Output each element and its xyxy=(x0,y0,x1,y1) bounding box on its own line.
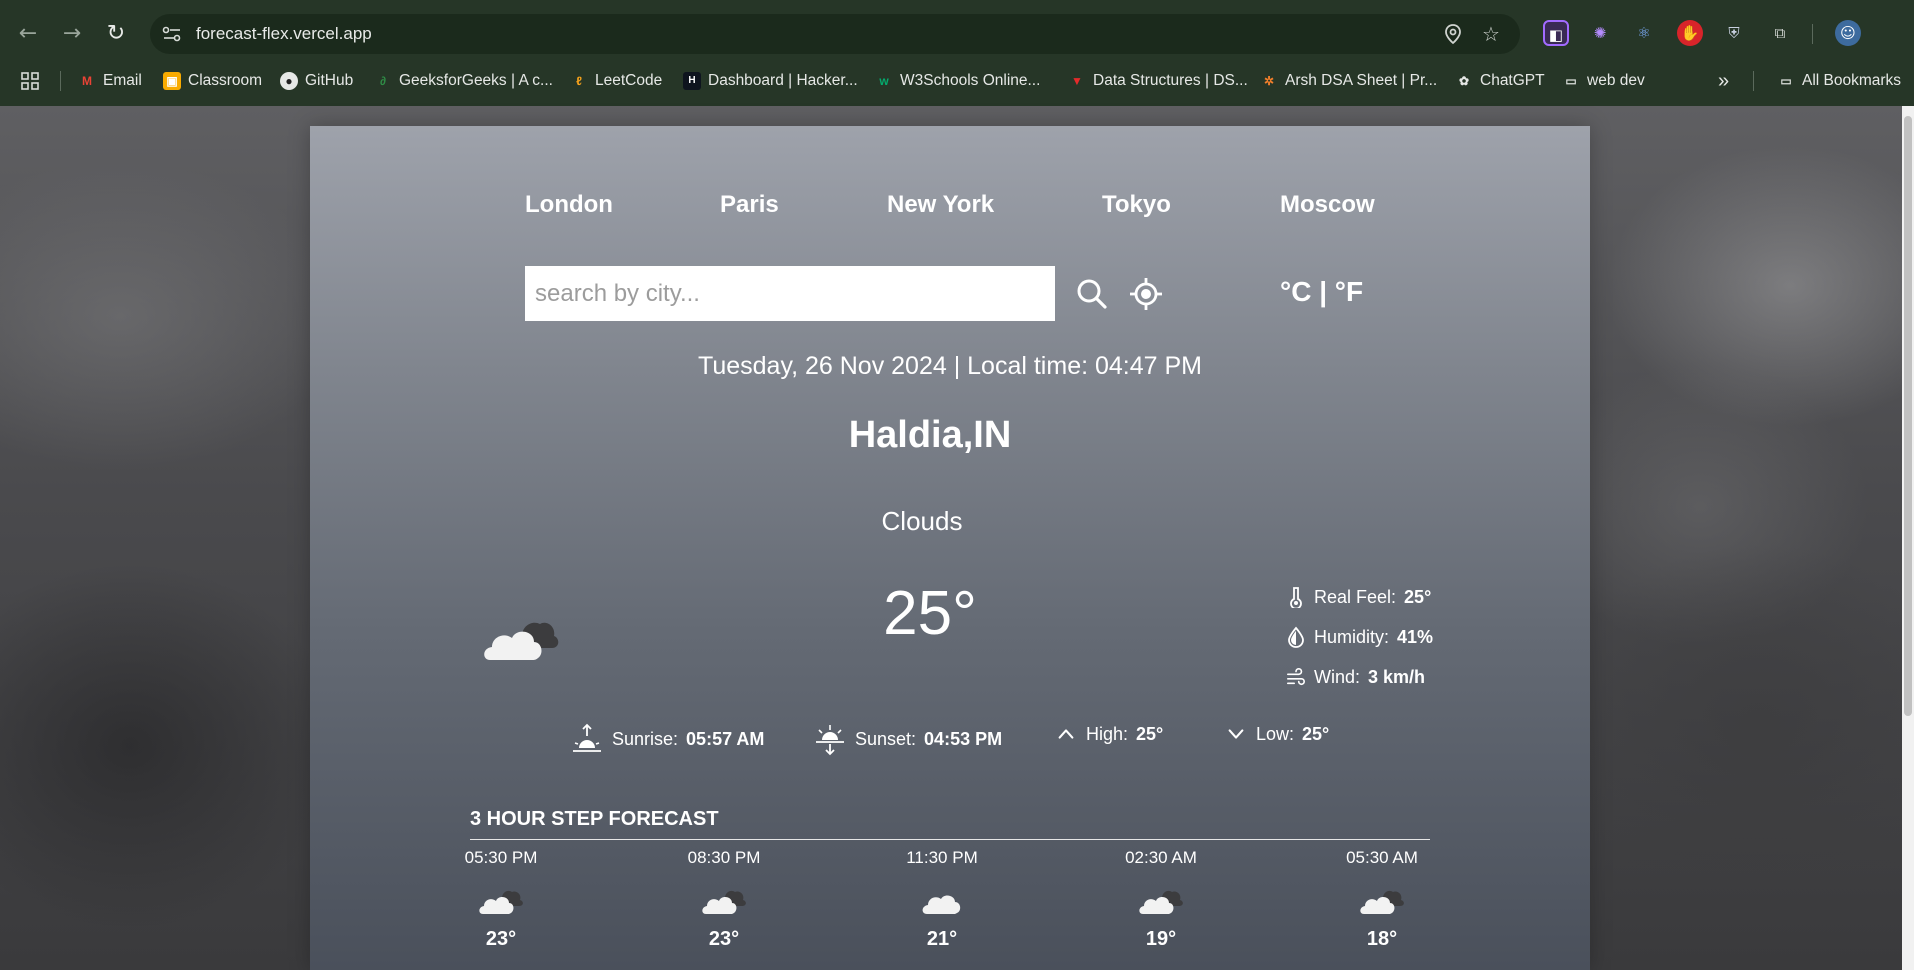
forecast-divider xyxy=(470,839,1430,840)
unit-toggle-celsius-fahrenheit[interactable]: °C | °F xyxy=(1280,276,1363,308)
cloudy-icon xyxy=(702,890,746,914)
city-button-moscow[interactable]: Moscow xyxy=(1280,191,1375,219)
sunset-icon xyxy=(816,725,844,756)
thermometer-icon xyxy=(1290,587,1302,608)
bookmark-folder-web-dev[interactable]: ▭ web dev xyxy=(1562,66,1644,96)
extension-gear-icon[interactable]: ✺ xyxy=(1587,20,1613,46)
github-icon: ● xyxy=(280,72,298,90)
cloudy-icon xyxy=(479,890,523,914)
extension-shield-icon[interactable]: ⛨ xyxy=(1721,20,1747,46)
extensions-puzzle-icon[interactable]: ⧉ xyxy=(1767,20,1793,46)
forecast-time: 05:30 PM xyxy=(464,848,538,867)
droplet-icon xyxy=(1288,626,1304,648)
hackerrank-icon: H xyxy=(683,72,701,90)
forecast-item: 11:30 PM 21° xyxy=(882,848,1002,951)
bookmark-hackerrank[interactable]: H Dashboard | Hacker... xyxy=(683,66,858,96)
city-button-london[interactable]: London xyxy=(525,191,613,219)
bookmark-arsh-dsa[interactable]: ✲ Arsh DSA Sheet | Pr... xyxy=(1260,66,1437,96)
sunset-info: Sunset: 04:53 PM xyxy=(813,722,1002,756)
forecast-time: 08:30 PM xyxy=(687,848,761,867)
extension-1-icon[interactable]: ◧ xyxy=(1543,20,1569,46)
bookmark-email[interactable]: M Email xyxy=(78,66,142,96)
all-bookmarks-button[interactable]: ▭ All Bookmarks xyxy=(1777,66,1901,96)
forecast-temp: 23° xyxy=(485,928,517,950)
bookmark-star-icon[interactable]: ☆ xyxy=(1480,23,1502,45)
leetcode-icon: ℓ xyxy=(576,74,582,88)
city-search-input[interactable] xyxy=(525,266,1055,321)
forecast-item: 08:30 PM 23° xyxy=(664,848,784,951)
weather-condition: Clouds xyxy=(881,506,963,536)
forecast-item: 05:30 PM 23° xyxy=(441,848,561,951)
date-local-time: Tuesday, 26 Nov 2024 | Local time: 04:47… xyxy=(698,352,1202,380)
folder-icon: ▭ xyxy=(1565,74,1577,88)
profile-avatar[interactable]: ☺ xyxy=(1835,20,1861,46)
page-scrollbar[interactable] xyxy=(1902,106,1914,970)
back-button[interactable]: ← xyxy=(12,18,44,50)
bookmark-github[interactable]: ● GitHub xyxy=(280,66,353,96)
wind-detail: Wind: 3 km/h xyxy=(1286,666,1425,688)
bookmark-divider xyxy=(1753,71,1754,91)
chevron-up-icon xyxy=(1058,729,1074,739)
scrollbar-thumb[interactable] xyxy=(1904,116,1912,716)
humidity-detail: Humidity: 41% xyxy=(1286,626,1433,648)
forecast-item: 05:30 AM 18° xyxy=(1322,848,1442,951)
folder-icon: ▭ xyxy=(1780,74,1792,88)
low-temp-info: Low: 25° xyxy=(1224,722,1329,746)
bookmark-data-structures[interactable]: ▼ Data Structures | DS... xyxy=(1068,66,1248,96)
dsa-icon: ▼ xyxy=(1071,74,1083,88)
gmail-icon: M xyxy=(82,74,92,88)
forecast-time: 05:30 AM xyxy=(1346,848,1418,867)
forecast-temp: 21° xyxy=(926,928,958,950)
chevron-down-icon xyxy=(1228,729,1244,739)
apps-grid-icon[interactable] xyxy=(20,66,40,96)
reload-button[interactable]: ↻ xyxy=(100,18,132,50)
real-feel-detail: Real Feel: 25° xyxy=(1286,586,1431,608)
current-location-icon[interactable] xyxy=(1128,276,1164,312)
chatgpt-icon: ✿ xyxy=(1458,74,1470,88)
location-pin-icon[interactable] xyxy=(1442,23,1464,45)
cloudy-icon xyxy=(1360,890,1404,914)
w3schools-icon: w xyxy=(879,74,889,88)
city-button-paris[interactable]: Paris xyxy=(720,191,779,219)
extension-shield-red-icon[interactable]: ✋ xyxy=(1677,20,1703,46)
cloudy-icon xyxy=(1139,890,1183,914)
more-bookmarks-button[interactable]: » xyxy=(1718,66,1729,96)
toolbar-divider xyxy=(1812,24,1813,44)
sunrise-icon xyxy=(573,723,601,752)
forecast-temp: 18° xyxy=(1366,928,1398,950)
bookmark-leetcode[interactable]: ℓ LeetCode xyxy=(570,66,662,96)
classroom-icon: ▣ xyxy=(163,72,181,90)
cloud-icon xyxy=(922,895,961,914)
wind-icon xyxy=(1287,668,1305,686)
forecast-temp: 23° xyxy=(708,928,740,950)
city-button-new-york[interactable]: New York xyxy=(887,191,994,219)
bookmark-geeksforgeeks[interactable]: ∂ GeeksforGeeks | A c... xyxy=(374,66,553,96)
location-name: Haldia,IN xyxy=(848,414,1012,456)
bookmark-divider xyxy=(60,71,61,91)
bookmarks-bar: M Email ▣ Classroom ● GitHub ∂ GeeksforGeeks… xyxy=(0,66,1914,96)
geeksforgeeks-icon: ∂ xyxy=(380,74,386,88)
sunrise-info: Sunrise: 05:57 AM xyxy=(570,722,764,756)
bookmark-chatgpt[interactable]: ✿ ChatGPT xyxy=(1455,66,1545,96)
bookmark-classroom[interactable]: ▣ Classroom xyxy=(163,66,262,96)
url-text[interactable]: forecast-flex.vercel.app xyxy=(196,24,372,44)
search-icon[interactable] xyxy=(1074,276,1110,312)
city-button-tokyo[interactable]: Tokyo xyxy=(1102,191,1171,219)
forecast-temp: 19° xyxy=(1145,928,1177,950)
browser-chrome: ← → ↻ forecast-flex.vercel.app ☆ ◧ ✺ ⚛ ✋… xyxy=(0,0,1914,106)
forecast-item: 02:30 AM 19° xyxy=(1101,848,1221,951)
bookmark-w3schools[interactable]: w W3Schools Online... xyxy=(875,66,1040,96)
address-bar[interactable]: forecast-flex.vercel.app ☆ xyxy=(150,14,1520,54)
high-temp-info: High: 25° xyxy=(1054,722,1163,746)
forecast-heading: 3 HOUR STEP FORECAST xyxy=(470,808,719,830)
site-info-icon[interactable] xyxy=(162,25,182,43)
weather-app-panel: London Paris New York Tokyo Moscow °C | … xyxy=(310,126,1590,970)
forward-button[interactable]: → xyxy=(56,18,88,50)
arsh-dsa-icon: ✲ xyxy=(1263,74,1275,88)
react-devtools-icon[interactable]: ⚛ xyxy=(1631,20,1657,46)
forecast-time: 02:30 AM xyxy=(1125,848,1197,867)
forecast-time: 11:30 PM xyxy=(906,848,978,867)
